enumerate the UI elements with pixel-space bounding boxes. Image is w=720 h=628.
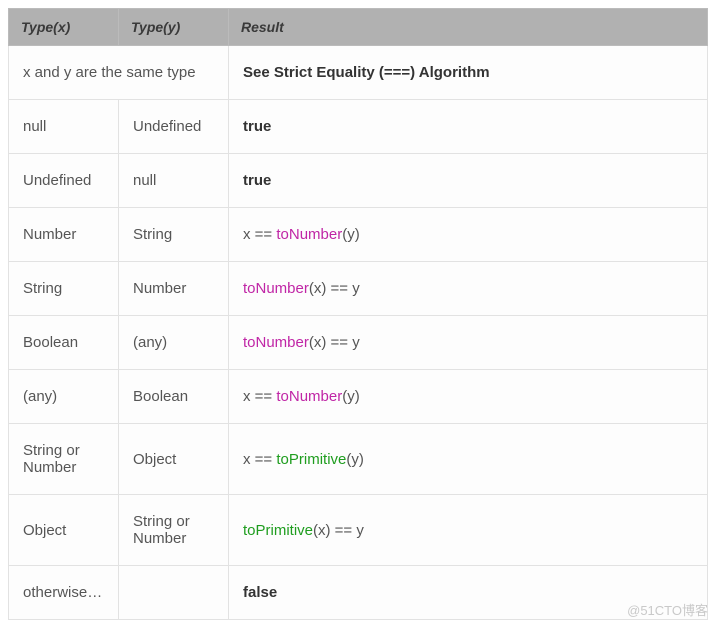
result-segment: (y) — [342, 388, 360, 405]
cell-type-x: Undefined — [9, 154, 119, 208]
cell-type-x: Boolean — [9, 316, 119, 370]
cell-type-xy-merged: x and y are the same type — [9, 46, 229, 100]
result-segment: (x) == y — [309, 280, 360, 297]
cell-type-y: String — [119, 208, 229, 262]
cell-type-x: String — [9, 262, 119, 316]
equality-algorithm-table: Type(x) Type(y) Result x and y are the s… — [8, 8, 708, 620]
cell-type-y — [119, 566, 229, 620]
cell-type-x: (any) — [9, 370, 119, 424]
cell-type-y: Object — [119, 424, 229, 495]
cell-result: toNumber(x) == y — [229, 262, 708, 316]
table-row: ObjectString or NumbertoPrimitive(x) == … — [9, 495, 708, 566]
cell-type-y: (any) — [119, 316, 229, 370]
table-row: x and y are the same type See Strict Equa… — [9, 46, 708, 100]
table-body: x and y are the same type See Strict Equa… — [9, 46, 708, 620]
result-segment: x == — [243, 388, 276, 405]
header-type-y: Type(y) — [119, 9, 229, 46]
cell-result: true — [229, 154, 708, 208]
header-type-x: Type(x) — [9, 9, 119, 46]
cell-result: See Strict Equality (===) Algorithm — [229, 46, 708, 100]
result-segment: toNumber — [243, 280, 309, 297]
result-segment: (x) == y — [309, 334, 360, 351]
result-segment: x == — [243, 226, 276, 243]
result-segment: false — [243, 584, 277, 601]
cell-type-y: null — [119, 154, 229, 208]
cell-type-y: Boolean — [119, 370, 229, 424]
table-row: StringNumbertoNumber(x) == y — [9, 262, 708, 316]
table-header: Type(x) Type(y) Result — [9, 9, 708, 46]
cell-type-y: Number — [119, 262, 229, 316]
table-row: Undefinednull true — [9, 154, 708, 208]
result-segment: (x) == y — [313, 522, 364, 539]
cell-type-x: Object — [9, 495, 119, 566]
result-segment: See Strict Equality (===) Algorithm — [243, 64, 490, 81]
table-row: String or NumberObjectx == toPrimitive(y… — [9, 424, 708, 495]
cell-result: toNumber(x) == y — [229, 316, 708, 370]
result-segment: toNumber — [243, 334, 309, 351]
cell-type-x: null — [9, 100, 119, 154]
cell-result: x == toNumber(y) — [229, 208, 708, 262]
table-row: nullUndefined true — [9, 100, 708, 154]
result-segment: toNumber — [276, 226, 342, 243]
result-segment: x == — [243, 451, 276, 468]
cell-result: toPrimitive(x) == y — [229, 495, 708, 566]
result-segment: (y) — [342, 226, 360, 243]
table-row: Boolean(any)toNumber(x) == y — [9, 316, 708, 370]
cell-type-x: otherwise… — [9, 566, 119, 620]
table-row: otherwise… false — [9, 566, 708, 620]
watermark-text: @51CTO博客 — [627, 600, 708, 619]
result-segment: toPrimitive — [243, 522, 313, 539]
result-segment: true — [243, 118, 271, 135]
result-segment: toNumber — [276, 388, 342, 405]
cell-result: true — [229, 100, 708, 154]
table-row: NumberStringx == toNumber(y) — [9, 208, 708, 262]
result-segment: (y) — [346, 451, 364, 468]
cell-result: x == toPrimitive(y) — [229, 424, 708, 495]
cell-result: x == toNumber(y) — [229, 370, 708, 424]
table-row: (any)Booleanx == toNumber(y) — [9, 370, 708, 424]
cell-type-y: Undefined — [119, 100, 229, 154]
cell-type-y: String or Number — [119, 495, 229, 566]
result-segment: toPrimitive — [276, 451, 346, 468]
cell-type-x: String or Number — [9, 424, 119, 495]
cell-type-x: Number — [9, 208, 119, 262]
result-segment: true — [243, 172, 271, 189]
header-result: Result — [229, 9, 708, 46]
